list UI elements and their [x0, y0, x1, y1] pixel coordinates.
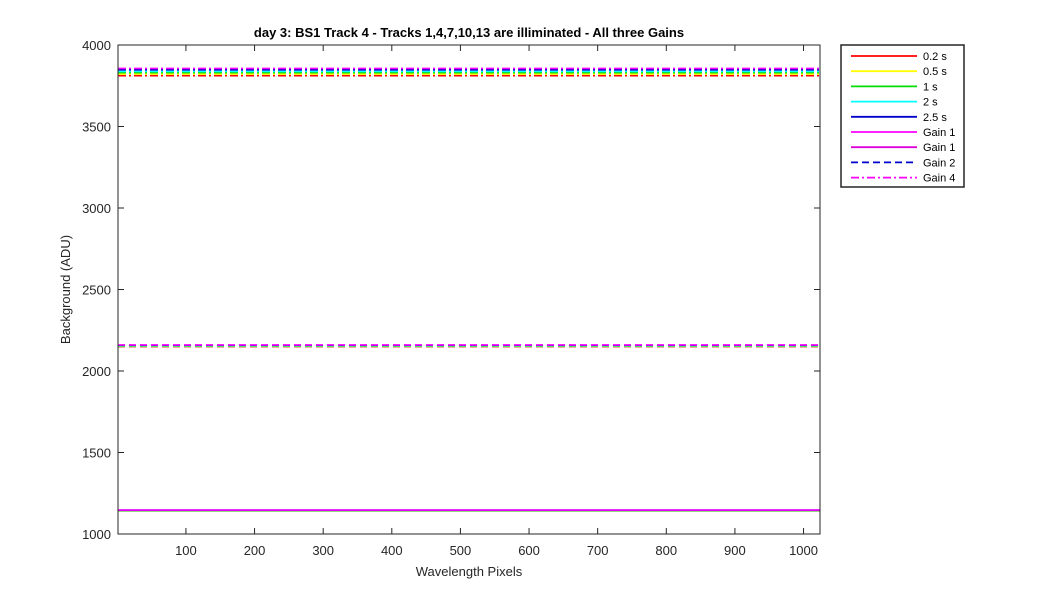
- legend-entry: Gain 1: [923, 142, 955, 154]
- x-tick-label: 700: [587, 543, 609, 558]
- legend-entry: Gain 4: [923, 173, 955, 185]
- chart: day 3: BS1 Track 4 - Tracks 1,4,7,10,13 …: [58, 25, 965, 579]
- y-tick-label: 3000: [82, 201, 111, 216]
- legend-entry: 2.5 s: [923, 112, 947, 124]
- chart-title: day 3: BS1 Track 4 - Tracks 1,4,7,10,13 …: [254, 25, 684, 40]
- x-tick-label: 200: [244, 543, 266, 558]
- x-tick-label: 900: [724, 543, 746, 558]
- y-tick-label: 2500: [82, 283, 111, 298]
- y-axis-label: Background (ADU): [58, 235, 73, 344]
- x-tick-label: 800: [655, 543, 677, 558]
- y-tick-label: 4000: [82, 38, 111, 53]
- y-tick-label: 1500: [82, 446, 111, 461]
- legend-entry: 0.2 s: [923, 51, 947, 63]
- y-tick-label: 2000: [82, 364, 111, 379]
- y-tick-label: 3500: [82, 120, 111, 135]
- legend-entry: 1 s: [923, 81, 938, 93]
- x-tick-label: 300: [312, 543, 334, 558]
- y-tick-label: 1000: [82, 527, 111, 542]
- x-tick-label: 1000: [789, 543, 818, 558]
- legend: 0.2 s 0.5 s 1 s 2 s 2.5 s Gain 1 Gain 1 Gain 2 G…: [840, 44, 965, 188]
- x-axis-label: Wavelength Pixels: [416, 564, 523, 579]
- plot-area: [118, 45, 820, 534]
- legend-entry: Gain 1: [923, 127, 955, 139]
- legend-entry: 2 s: [923, 97, 938, 109]
- legend-entry: Gain 2: [923, 157, 955, 169]
- x-tick-label: 600: [518, 543, 540, 558]
- legend-entry: 0.5 s: [923, 66, 947, 78]
- x-tick-label: 400: [381, 543, 403, 558]
- x-tick-label: 500: [450, 543, 472, 558]
- x-tick-label: 100: [175, 543, 197, 558]
